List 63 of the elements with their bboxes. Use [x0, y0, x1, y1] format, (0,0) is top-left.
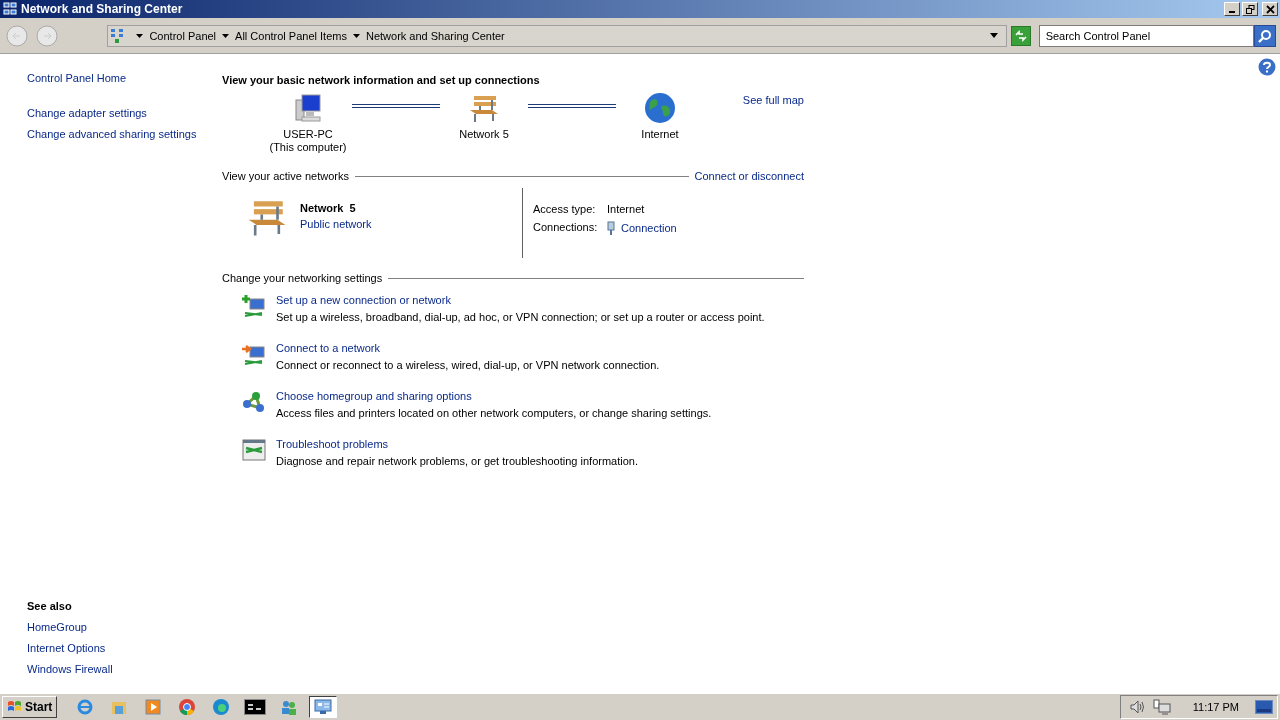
task-link[interactable]: Connect to a network — [276, 342, 660, 354]
connect-icon — [242, 342, 266, 366]
computer-icon — [292, 92, 324, 124]
search-button[interactable] — [1254, 24, 1276, 47]
task-description: Set up a wireless, broadband, dial-up, ad hoc, or VPN connection; or set up a router or access point. — [276, 311, 765, 323]
page-heading: View your basic network information and set up connections — [222, 74, 541, 86]
task-description: Access files and printers located on other network computers, or change sharing settings. — [276, 407, 712, 419]
task-link[interactable]: Set up a new connection or network — [276, 294, 765, 306]
sidebar-link[interactable]: Change advanced sharing settings — [27, 124, 222, 145]
task-description: Connect or reconnect to a wireless, wired, dial-up, or VPN network connection. — [276, 359, 660, 371]
node-label: USER-PC — [283, 128, 333, 141]
access-type-value: Internet — [607, 203, 646, 215]
search-field[interactable]: Search Control Panel — [1038, 24, 1255, 47]
task-link[interactable]: Troubleshoot problems — [276, 438, 638, 450]
see-also-link[interactable]: HomeGroup — [27, 617, 222, 638]
close-button[interactable] — [1262, 2, 1278, 16]
connect-or-disconnect-link[interactable]: Connect or disconnect — [694, 170, 804, 182]
see-also-link[interactable]: Windows Firewall — [27, 659, 222, 680]
breadcrumb[interactable]: All Control Panel Items — [235, 29, 347, 42]
address-field[interactable]: Control Panel All Control Panel Items Network and Sharing Center — [107, 24, 1007, 47]
section-title: View your active networks — [222, 170, 349, 182]
clock[interactable]: 11:17 PM — [1192, 701, 1239, 713]
refresh-button[interactable] — [1010, 25, 1031, 46]
homegroup-icon — [242, 390, 266, 414]
caret-icon[interactable] — [136, 33, 144, 38]
see-also-heading: See also — [27, 599, 73, 614]
window-title: Network and Sharing Center — [21, 2, 183, 16]
restore-button[interactable] — [1242, 2, 1258, 16]
sidebar-link[interactable]: Control Panel Home — [27, 68, 222, 89]
plug-icon — [607, 221, 615, 235]
network-icon[interactable] — [1152, 699, 1171, 715]
caret-icon[interactable] — [222, 33, 230, 38]
windows-logo-icon — [7, 700, 23, 714]
help-icon[interactable] — [1258, 58, 1276, 76]
caret-icon[interactable] — [352, 33, 360, 38]
connection-link[interactable]: Connection — [621, 222, 677, 234]
connections-label: Connections: — [533, 221, 599, 235]
show-desktop-icon[interactable] — [1255, 700, 1273, 714]
node-label: Network 5 — [459, 128, 509, 141]
sidebar-link[interactable]: Change adapter settings — [27, 103, 222, 124]
breadcrumb[interactable]: Control Panel — [149, 29, 217, 42]
node-label: Internet — [641, 128, 679, 141]
minimize-button[interactable] — [1224, 2, 1240, 16]
node-sublabel: (This computer) — [269, 141, 347, 154]
network-icon — [3, 2, 17, 16]
breadcrumb[interactable]: Network and Sharing Center — [365, 29, 505, 42]
troubleshoot-icon — [242, 438, 266, 462]
network-type-link[interactable]: Public network — [300, 218, 372, 230]
network-icon — [110, 27, 125, 44]
network-name: Network 5 — [300, 202, 357, 214]
new-connection-icon — [242, 294, 266, 318]
task-description: Diagnose and repair network problems, or get troubleshooting information. — [276, 455, 638, 467]
search-icon — [1258, 28, 1273, 43]
see-also-link[interactable]: Internet Options — [27, 638, 222, 659]
task-link[interactable]: Choose homegroup and sharing options — [276, 390, 712, 402]
dropdown-icon[interactable] — [989, 33, 998, 38]
globe-icon — [644, 92, 676, 124]
access-type-label: Access type: — [533, 203, 597, 215]
see-full-map-link[interactable]: See full map — [742, 94, 804, 106]
start-button[interactable]: Start — [2, 696, 58, 718]
speaker-icon[interactable] — [1128, 700, 1145, 714]
section-title: Change your networking settings — [222, 272, 383, 284]
minimize-icon — [1229, 11, 1235, 13]
